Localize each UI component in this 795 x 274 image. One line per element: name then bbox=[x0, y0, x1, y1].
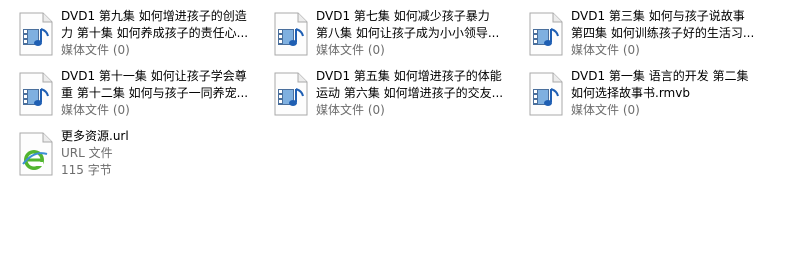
file-item-dvd1-ep7-8[interactable]: DVD1 第七集 如何减少孩子暴力 第八集 如何让孩子成为小小领导... 媒体文… bbox=[270, 8, 522, 64]
file-type-label: 媒体文件 (0) bbox=[571, 43, 640, 57]
file-item-more-resources-url[interactable]: 更多资源.url URL 文件 115 字节 bbox=[15, 128, 267, 184]
file-item-dvd1-ep3-4[interactable]: DVD1 第三集 如何与孩子说故事 第四集 如何训练孩子好的生活习... 媒体文… bbox=[525, 8, 777, 64]
file-name-line-2: 第四集 如何训练孩子好的生活习... bbox=[571, 26, 755, 40]
file-item-dvd1-ep1-2[interactable]: DVD1 第一集 语言的开发 第二集 如何选择故事书.rmvb 媒体文件 (0) bbox=[525, 68, 777, 124]
file-name-line-1: DVD1 第九集 如何增进孩子的创造 bbox=[61, 9, 247, 23]
file-type-label: 媒体文件 (0) bbox=[316, 103, 385, 117]
media-file-icon bbox=[529, 72, 563, 116]
file-type-label: 媒体文件 (0) bbox=[316, 43, 385, 57]
file-name-line-2: 重 第十二集 如何与孩子一同养宠... bbox=[61, 86, 249, 100]
file-name-line-1: DVD1 第一集 语言的开发 第二集 bbox=[571, 69, 749, 83]
file-item-dvd1-ep5-6[interactable]: DVD1 第五集 如何增进孩子的体能 运动 第六集 如何增进孩子的交友... 媒… bbox=[270, 68, 522, 124]
file-type-label: 媒体文件 (0) bbox=[61, 103, 130, 117]
file-item-dvd1-ep9-10[interactable]: DVD1 第九集 如何增进孩子的创造 力 第十集 如何养成孩子的责任心... 媒… bbox=[15, 8, 267, 64]
file-name-line-1: DVD1 第三集 如何与孩子说故事 bbox=[571, 9, 745, 23]
file-item-dvd1-ep11-12[interactable]: DVD1 第十一集 如何让孩子学会尊 重 第十二集 如何与孩子一同养宠... 媒… bbox=[15, 68, 267, 124]
file-name-line-2: 如何选择故事书.rmvb bbox=[571, 86, 690, 100]
file-name-line-2: 力 第十集 如何养成孩子的责任心... bbox=[61, 26, 249, 40]
media-file-icon bbox=[274, 12, 308, 56]
explorer-file-list: { "files": [ { "line1": "DVD1 第九集 如何增进孩子… bbox=[0, 0, 795, 274]
file-name-line-1: 更多资源.url bbox=[61, 129, 129, 143]
file-name-line-1: DVD1 第七集 如何减少孩子暴力 bbox=[316, 9, 490, 23]
file-name-line-1: DVD1 第五集 如何增进孩子的体能 bbox=[316, 69, 502, 83]
media-file-icon bbox=[274, 72, 308, 116]
file-name-line-2: 第八集 如何让孩子成为小小领导... bbox=[316, 26, 500, 40]
file-type-label: 媒体文件 (0) bbox=[61, 43, 130, 57]
file-type-label: 媒体文件 (0) bbox=[571, 103, 640, 117]
internet-shortcut-icon bbox=[19, 132, 53, 176]
file-size-label: 115 字节 bbox=[61, 163, 112, 177]
file-name-line-1: DVD1 第十一集 如何让孩子学会尊 bbox=[61, 69, 247, 83]
file-type-label: URL 文件 bbox=[61, 146, 113, 160]
media-file-icon bbox=[529, 12, 563, 56]
media-file-icon bbox=[19, 72, 53, 116]
media-file-icon bbox=[19, 12, 53, 56]
file-name-line-2: 运动 第六集 如何增进孩子的交友... bbox=[316, 86, 504, 100]
